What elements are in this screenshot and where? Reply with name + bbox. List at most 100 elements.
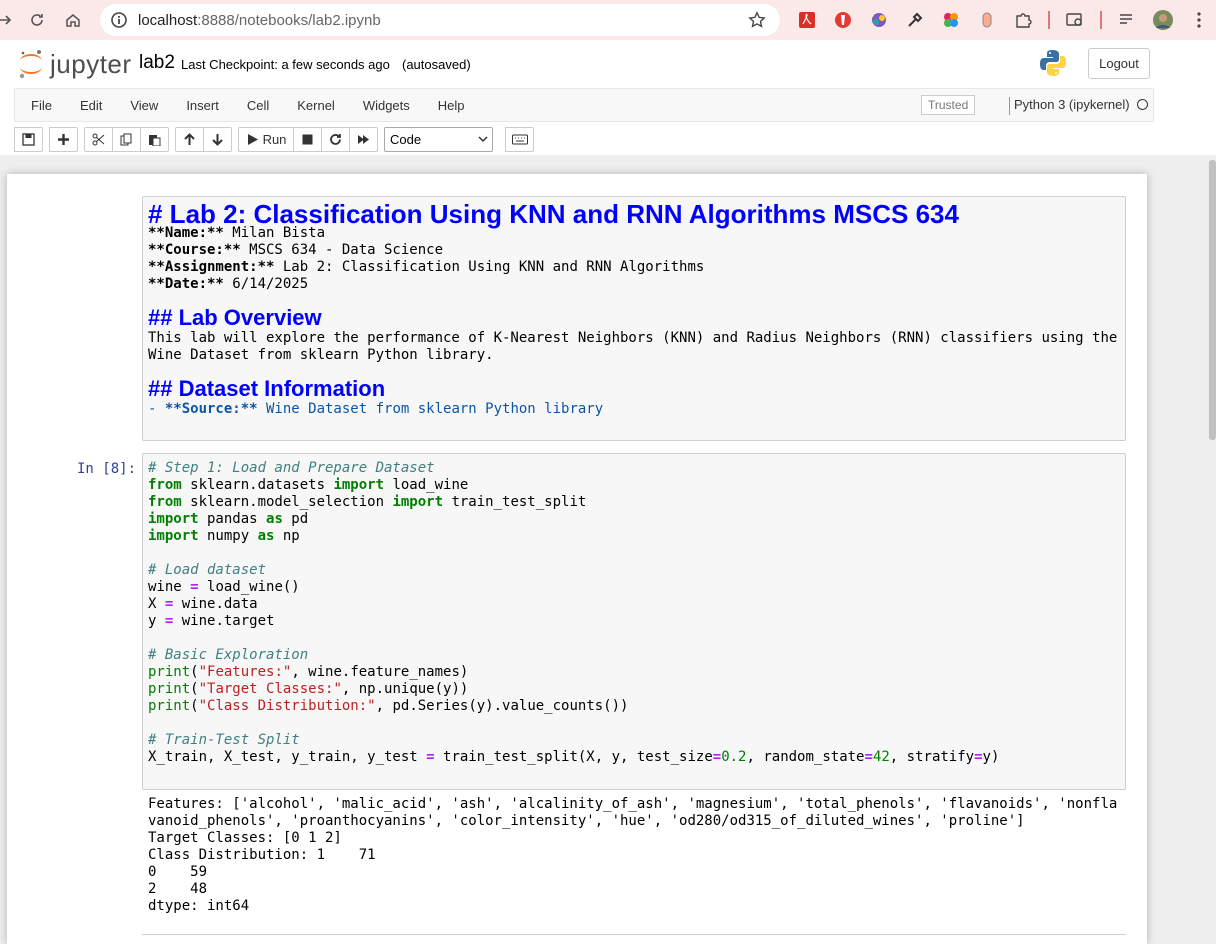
markdown-overview-heading: ## Lab Overview bbox=[148, 305, 322, 330]
address-bar[interactable]: localhost:8888/notebooks/lab2.ipynb bbox=[100, 4, 780, 36]
restart-icon bbox=[330, 133, 341, 145]
trusted-indicator[interactable]: Trusted bbox=[921, 95, 976, 115]
jupyter-logo-icon bbox=[19, 50, 42, 79]
divider bbox=[1009, 97, 1010, 115]
code-comment: # Load dataset bbox=[148, 562, 267, 578]
cell-output: Features: ['alcohol', 'malic_acid', 'ash… bbox=[148, 796, 1138, 915]
save-button[interactable] bbox=[14, 126, 43, 152]
jupyter-header: jupyter lab2 Last Checkpoint: a few seco… bbox=[0, 40, 1216, 155]
scissors-icon bbox=[92, 133, 105, 145]
profile-avatar[interactable] bbox=[1152, 9, 1174, 31]
tab-search-icon[interactable] bbox=[1064, 9, 1086, 31]
bookmark-star-icon[interactable] bbox=[748, 11, 766, 29]
notebook-toolbar: Run Code bbox=[14, 126, 540, 152]
paste-button[interactable] bbox=[140, 126, 169, 152]
code-comment: # Basic Exploration bbox=[148, 647, 309, 663]
menu-file[interactable]: File bbox=[31, 98, 52, 113]
code-comment: # Train-Test Split bbox=[148, 732, 300, 748]
arrow-up-icon bbox=[184, 132, 195, 145]
output-line: Features: ['alcohol', 'malic_acid', 'ash… bbox=[148, 796, 1118, 812]
site-info-icon[interactable] bbox=[110, 11, 128, 29]
capsule-extension-icon[interactable] bbox=[976, 9, 998, 31]
move-up-button[interactable] bbox=[175, 126, 204, 152]
markdown-name-line: **Name:** Milan Bista bbox=[148, 225, 326, 241]
markdown-date-line: **Date:** 6/14/2025 bbox=[148, 276, 309, 292]
menu-widgets[interactable]: Widgets bbox=[363, 98, 410, 113]
output-line: vanoid_phenols', 'proanthocyanins', 'col… bbox=[148, 813, 1025, 829]
autosave-status: (autosaved) bbox=[402, 57, 471, 72]
fast-forward-icon bbox=[358, 134, 369, 144]
output-line: Class Distribution: 1 71 bbox=[148, 847, 376, 863]
notebook-container: # Lab 2: Classification Using KNN and RN… bbox=[7, 174, 1147, 944]
jupyter-logo[interactable]: jupyter bbox=[18, 48, 132, 80]
code-cell[interactable]: # Step 1: Load and Prepare Dataset from … bbox=[142, 453, 1126, 790]
reading-list-icon[interactable] bbox=[1116, 9, 1138, 31]
logout-button[interactable]: Logout bbox=[1088, 48, 1150, 79]
input-prompt: In [8]: bbox=[77, 461, 137, 477]
markdown-dataset-source: - **Source:** Wine Dataset from sklearn … bbox=[148, 401, 604, 417]
menu-insert[interactable]: Insert bbox=[186, 98, 219, 113]
divider bbox=[1048, 11, 1050, 29]
restart-run-all-button[interactable] bbox=[349, 126, 378, 152]
markdown-overview-line2: Wine Dataset from sklearn Python library… bbox=[148, 347, 494, 363]
output-line: 2 48 bbox=[148, 881, 208, 897]
browser-menu-icon[interactable] bbox=[1188, 9, 1210, 31]
extensions-bar bbox=[796, 8, 1216, 32]
red-shield-extension-icon[interactable] bbox=[832, 9, 854, 31]
markdown-cell[interactable]: # Lab 2: Classification Using KNN and RN… bbox=[142, 196, 1126, 441]
menu-help[interactable]: Help bbox=[438, 98, 465, 113]
play-icon bbox=[247, 133, 258, 145]
stop-icon bbox=[302, 134, 313, 144]
home-icon[interactable] bbox=[62, 9, 84, 31]
menu-edit[interactable]: Edit bbox=[80, 98, 102, 113]
jupyter-logo-text: jupyter bbox=[50, 48, 132, 79]
copy-icon bbox=[120, 133, 132, 145]
forward-icon[interactable] bbox=[0, 9, 16, 31]
copy-button[interactable] bbox=[112, 126, 141, 152]
python-logo-icon bbox=[1038, 48, 1068, 83]
menu-kernel[interactable]: Kernel bbox=[297, 98, 335, 113]
restart-button[interactable] bbox=[321, 126, 350, 152]
cut-button[interactable] bbox=[84, 126, 113, 152]
cell-type-value: Code bbox=[390, 131, 422, 147]
output-line: dtype: int64 bbox=[148, 898, 250, 914]
reload-icon[interactable] bbox=[26, 9, 48, 31]
checkpoint-status: Last Checkpoint: a few seconds ago bbox=[181, 57, 390, 72]
eyedropper-extension-icon[interactable] bbox=[904, 9, 926, 31]
code-editor[interactable]: # Step 1: Load and Prepare Dataset from … bbox=[148, 460, 999, 766]
chevron-down-icon bbox=[478, 136, 488, 143]
browser-toolbar: localhost:8888/notebooks/lab2.ipynb bbox=[0, 0, 1216, 40]
cell-type-select[interactable]: Code bbox=[384, 126, 493, 152]
save-icon bbox=[22, 132, 35, 146]
interrupt-button[interactable] bbox=[293, 126, 322, 152]
menu-bar: File Edit View Insert Cell Kernel Widget… bbox=[14, 88, 1154, 122]
insert-cell-button[interactable] bbox=[49, 126, 78, 152]
move-down-button[interactable] bbox=[203, 126, 232, 152]
page-scrollbar[interactable] bbox=[1209, 160, 1216, 440]
markdown-course-line: **Course:** MSCS 634 - Data Science bbox=[148, 242, 444, 258]
paste-icon bbox=[149, 134, 161, 146]
code-comment: # Step 1: Load and Prepare Dataset bbox=[148, 460, 435, 476]
command-palette-button[interactable] bbox=[505, 126, 534, 152]
run-label: Run bbox=[262, 131, 287, 147]
output-line: 0 59 bbox=[148, 864, 208, 880]
output-line: Target Classes: [0 1 2] bbox=[148, 830, 342, 846]
menu-cell[interactable]: Cell bbox=[247, 98, 269, 113]
divider bbox=[1100, 11, 1102, 29]
markdown-overview-line1: This lab will explore the performance of… bbox=[148, 330, 1118, 346]
menu-view[interactable]: View bbox=[130, 98, 158, 113]
colorful-extension-icon[interactable] bbox=[868, 9, 890, 31]
arrow-down-icon bbox=[212, 133, 223, 146]
url-text: localhost:8888/notebooks/lab2.ipynb bbox=[138, 11, 381, 29]
markdown-assignment-line: **Assignment:** Lab 2: Classification Us… bbox=[148, 259, 705, 275]
kernel-status-icon bbox=[1137, 99, 1148, 110]
keyboard-icon bbox=[511, 134, 528, 144]
next-cell-border bbox=[142, 934, 1126, 935]
puzzle-extension-icon[interactable] bbox=[1012, 9, 1034, 31]
pdf-extension-icon[interactable] bbox=[796, 9, 818, 31]
notebook-name[interactable]: lab2 bbox=[139, 52, 175, 74]
run-button[interactable]: Run bbox=[238, 126, 294, 152]
pinwheel-extension-icon[interactable] bbox=[940, 9, 962, 31]
kernel-name[interactable]: Python 3 (ipykernel) bbox=[1014, 97, 1130, 112]
plus-icon bbox=[58, 133, 69, 145]
